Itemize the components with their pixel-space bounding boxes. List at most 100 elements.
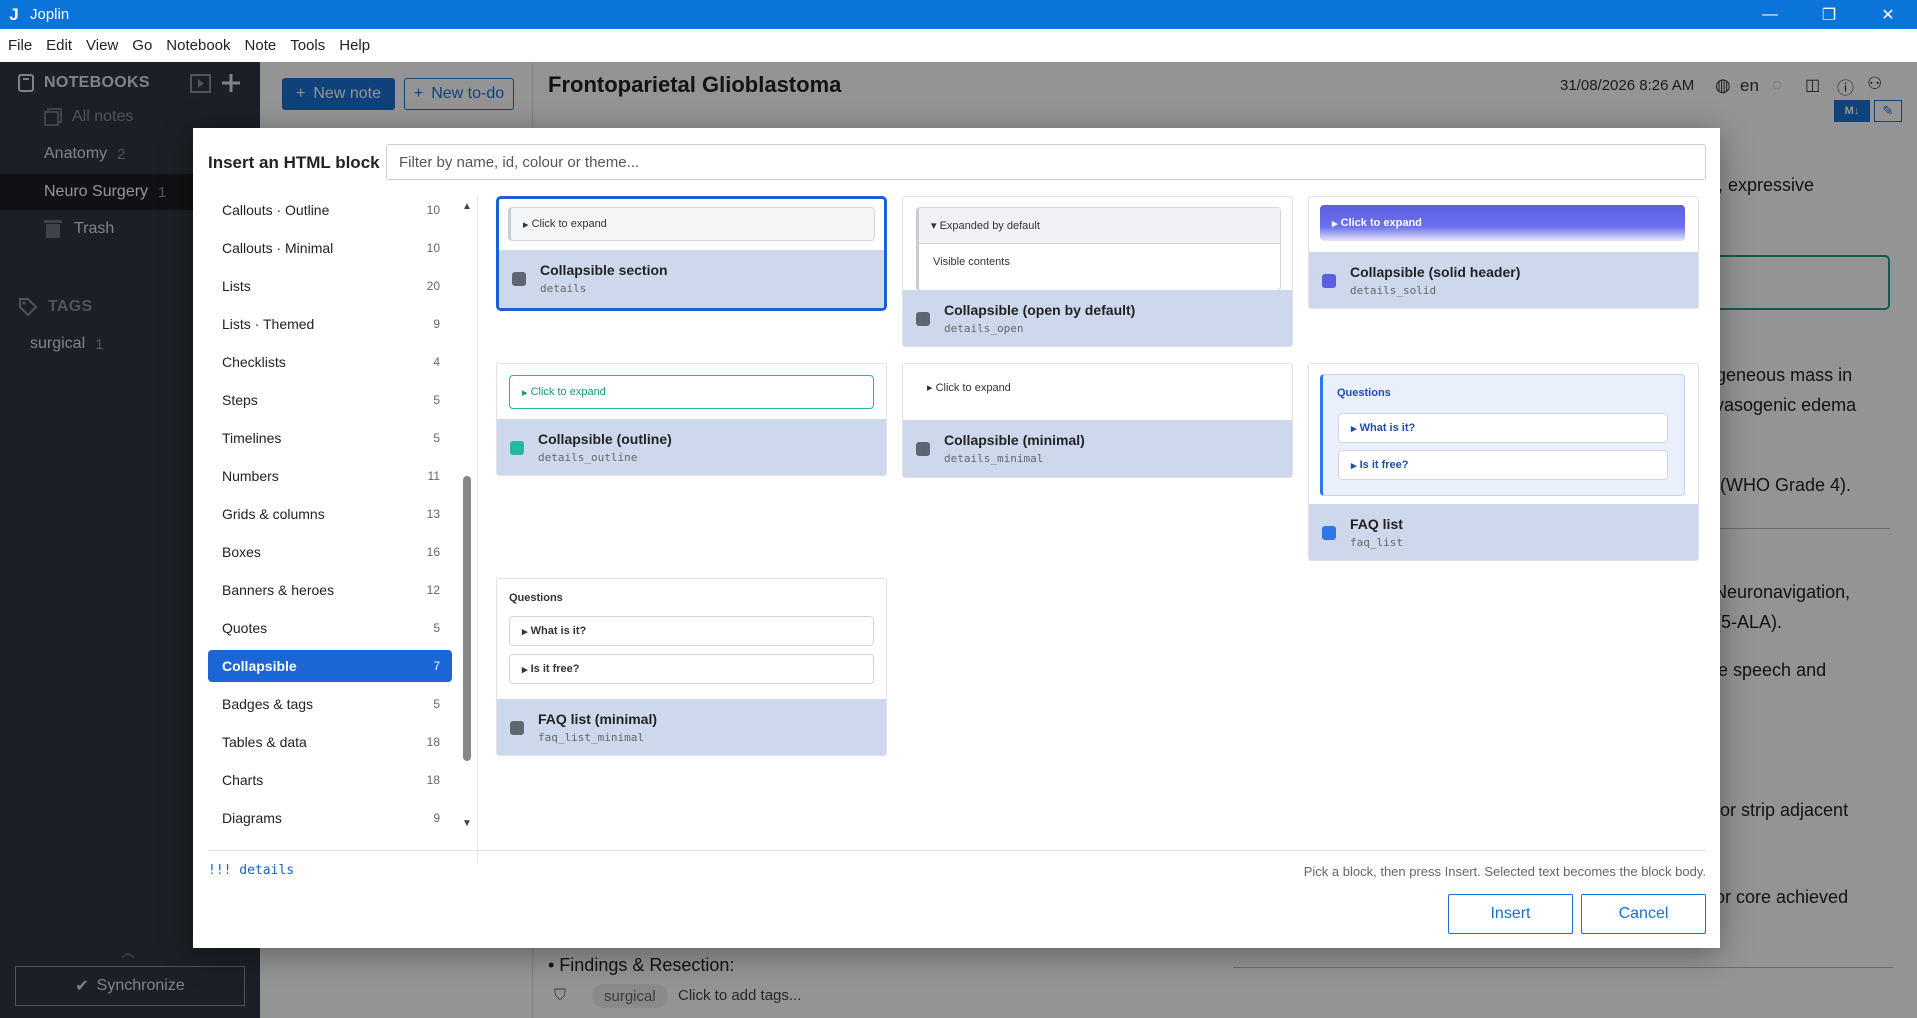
menu-view[interactable]: View [80, 37, 124, 54]
category-checklists[interactable]: Checklists 4 [208, 346, 452, 378]
title-bar: J Joplin — ❐ ✕ [0, 0, 1917, 29]
menu-bar: File Edit View Go Notebook Note Tools He… [0, 29, 1917, 62]
block-card-details-minimal[interactable]: ▸ Click to expand Collapsible (minimal) … [902, 363, 1293, 478]
category-label: Banners & heroes [222, 582, 335, 598]
card-footer: Collapsible section details [499, 250, 884, 308]
category-charts[interactable]: Charts 18 [208, 764, 452, 796]
block-card-faq-list[interactable]: Questions ▸ What is it? ▸ Is it free? FA… [1308, 363, 1699, 561]
selected-block-snippet: !!! details [208, 863, 295, 878]
category-count: 13 [426, 507, 440, 521]
menu-go[interactable]: Go [126, 37, 158, 54]
menu-notebook[interactable]: Notebook [160, 37, 236, 54]
block-id: faq_list [1350, 536, 1403, 549]
card-footer: Collapsible (minimal) details_minimal [903, 420, 1292, 477]
block-card-details[interactable]: ▸ Click to expand Collapsible section de… [496, 196, 887, 311]
minimize-icon[interactable]: — [1741, 0, 1799, 29]
block-preview: ▸ Click to expand [509, 375, 874, 409]
category-count: 20 [426, 279, 440, 293]
category-label: Lists · Themed [222, 316, 315, 332]
card-footer: Collapsible (solid header) details_solid [1309, 252, 1698, 308]
category-count: 11 [427, 469, 440, 483]
category-lists[interactable]: Lists 20 [208, 270, 452, 302]
category-collapsible[interactable]: Collapsible 7 [208, 650, 452, 682]
color-swatch [512, 272, 526, 286]
triangle-right-icon: ▸ [523, 218, 529, 231]
category-banners-heroes[interactable]: Banners & heroes 12 [208, 574, 452, 606]
faq-question: ▸ Is it free? [1338, 450, 1668, 480]
category-label: Callouts · Outline [222, 202, 330, 218]
category-label: Charts [222, 772, 264, 788]
preview-body: Visible contents [933, 256, 1010, 268]
block-name: FAQ list [1350, 516, 1403, 532]
color-swatch [1322, 526, 1336, 540]
block-name: Collapsible (outline) [538, 431, 672, 447]
category-tables-data[interactable]: Tables & data 18 [208, 726, 452, 758]
card-footer: FAQ list (minimal) faq_list_minimal [497, 699, 886, 755]
block-card-details-outline[interactable]: ▸ Click to expand Collapsible (outline) … [496, 363, 887, 476]
category-label: Grids & columns [222, 506, 325, 522]
block-id: details_solid [1350, 284, 1437, 297]
category-badges-tags[interactable]: Badges & tags 5 [208, 688, 452, 720]
block-card-faq-list-minimal[interactable]: Questions ▸ What is it? ▸ Is it free? FA… [496, 578, 887, 756]
triangle-right-icon: ▸ [927, 382, 933, 394]
divider [477, 196, 478, 864]
menu-edit[interactable]: Edit [40, 37, 78, 54]
category-label: Callouts · Minimal [222, 240, 334, 256]
block-name: Collapsible (open by default) [944, 302, 1136, 318]
block-card-details-solid[interactable]: ▸ Click to expand Collapsible (solid hea… [1308, 196, 1699, 309]
category-label: Boxes [222, 544, 261, 560]
menu-help[interactable]: Help [333, 37, 376, 54]
block-preview: ▸ Click to expand [1320, 205, 1685, 241]
preview-label: Questions [509, 592, 563, 604]
triangle-right-icon: ▸ [522, 625, 528, 638]
insert-html-block-dialog: Insert an HTML block Callouts · Outline 1… [193, 128, 1720, 948]
card-footer: Collapsible (open by default) details_op… [903, 290, 1292, 346]
faq-question: ▸ What is it? [509, 616, 874, 646]
category-label: Diagrams [222, 810, 282, 826]
category-lists-themed[interactable]: Lists · Themed 9 [208, 308, 452, 340]
block-preview: ▸ Click to expand [927, 381, 1011, 394]
maximize-icon[interactable]: ❐ [1800, 0, 1858, 29]
preview-label: Click to expand [1340, 217, 1422, 229]
menu-note[interactable]: Note [239, 37, 283, 54]
category-numbers[interactable]: Numbers 11 [208, 460, 452, 492]
close-icon[interactable]: ✕ [1859, 0, 1917, 29]
filter-input[interactable] [386, 144, 1706, 180]
triangle-right-icon: ▸ [1332, 217, 1338, 230]
preview-label: Questions [1337, 387, 1391, 399]
category-count: 9 [433, 317, 440, 331]
block-id: details [540, 282, 587, 295]
category-boxes[interactable]: Boxes 16 [208, 536, 452, 568]
preview-label: Expanded by default [939, 219, 1040, 232]
category-diagrams[interactable]: Diagrams 9 [208, 802, 452, 834]
category-steps[interactable]: Steps 5 [208, 384, 452, 416]
triangle-right-icon: ▸ [1351, 459, 1357, 472]
dialog-hint: Pick a block, then press Insert. Selecte… [1303, 864, 1706, 879]
category-timelines[interactable]: Timelines 5 [208, 422, 452, 454]
category-callouts-minimal[interactable]: Callouts · Minimal 10 [208, 232, 452, 264]
triangle-right-icon: ▸ [522, 386, 528, 399]
insert-button[interactable]: Insert [1448, 894, 1573, 934]
block-name: Collapsible (minimal) [944, 432, 1085, 448]
divider [208, 850, 1706, 851]
category-callouts-outline[interactable]: Callouts · Outline 10 [208, 194, 452, 226]
category-label: Tables & data [222, 734, 307, 750]
category-scrollbar[interactable] [463, 476, 471, 761]
cancel-button[interactable]: Cancel [1581, 894, 1706, 934]
category-count: 16 [426, 545, 440, 559]
preview-label: Click to expand [530, 386, 606, 398]
scroll-up-icon[interactable]: ▲ [460, 201, 474, 213]
window-title: Joplin [30, 6, 70, 23]
category-label: Steps [222, 392, 258, 408]
block-id: details_open [944, 322, 1024, 335]
category-count: 5 [433, 621, 440, 635]
menu-tools[interactable]: Tools [284, 37, 331, 54]
category-count: 5 [433, 431, 440, 445]
menu-file[interactable]: File [2, 37, 38, 54]
category-label: Quotes [222, 620, 268, 636]
category-grids-columns[interactable]: Grids & columns 13 [208, 498, 452, 530]
category-quotes[interactable]: Quotes 5 [208, 612, 452, 644]
block-card-details-open[interactable]: ▾ Expanded by default Visible contents C… [902, 196, 1293, 347]
block-id: details_outline [538, 451, 638, 464]
scroll-down-icon[interactable]: ▼ [460, 818, 474, 830]
